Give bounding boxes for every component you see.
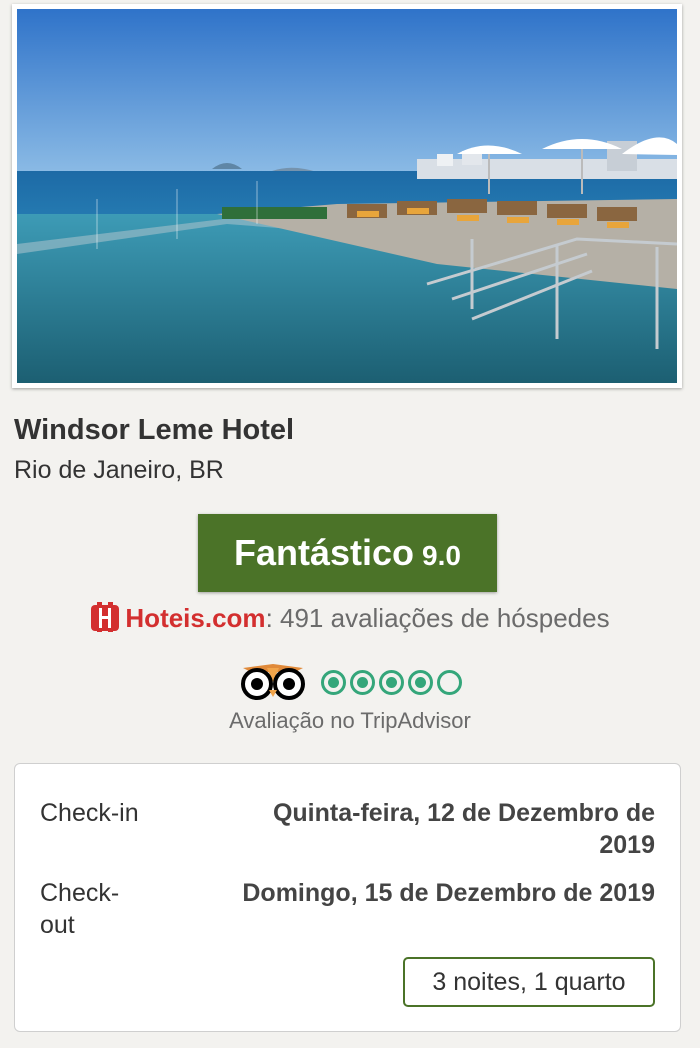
hotel-rooftop-pool-photo bbox=[17, 9, 677, 383]
rating-bubble-filled bbox=[320, 670, 346, 695]
rating-bubble-filled bbox=[378, 670, 404, 695]
hotel-summary-page: Windsor Leme Hotel Rio de Janeiro, BR Fa… bbox=[0, 0, 700, 1048]
rating-bubble-filled bbox=[407, 670, 433, 695]
rating-score: 9.0 bbox=[422, 540, 461, 571]
tripadvisor-owl-icon bbox=[239, 660, 307, 705]
tripadvisor-caption: Avaliação no TripAdvisor bbox=[229, 708, 471, 733]
hotels-com-brand: Hoteis.com bbox=[125, 603, 266, 633]
hotels-com-review-count: : 491 avaliações de hóspedes bbox=[265, 603, 610, 633]
hotel-location: Rio de Janeiro, BR bbox=[14, 456, 224, 484]
tripadvisor-bubbles bbox=[320, 670, 462, 695]
rating-label: Fantástico bbox=[234, 532, 415, 573]
hotels-com-logo-icon bbox=[90, 602, 120, 639]
hotel-photo[interactable] bbox=[12, 4, 682, 388]
checkin-date: Quinta-feira, 12 de Dezembro de 2019 bbox=[272, 799, 655, 859]
stay-summary-button[interactable]: 3 noites, 1 quarto bbox=[403, 957, 655, 1007]
checkout-label: Check-out bbox=[40, 879, 120, 939]
checkin-label: Check-in bbox=[40, 799, 139, 827]
checkout-date: Domingo, 15 de Dezembro de 2019 bbox=[242, 879, 655, 907]
booking-details-box: Check-in Quinta-feira, 12 de Dezembro de… bbox=[14, 763, 681, 1032]
tripadvisor-rating[interactable] bbox=[0, 660, 700, 705]
hotel-name: Windsor Leme Hotel bbox=[14, 414, 295, 446]
hotels-com-reviews[interactable]: Hoteis.com: 491 avaliações de hóspedes bbox=[0, 602, 700, 639]
rating-bubble-empty bbox=[436, 670, 462, 695]
rating-bubble-filled bbox=[349, 670, 375, 695]
guest-rating-badge: Fantástico 9.0 bbox=[198, 514, 497, 592]
